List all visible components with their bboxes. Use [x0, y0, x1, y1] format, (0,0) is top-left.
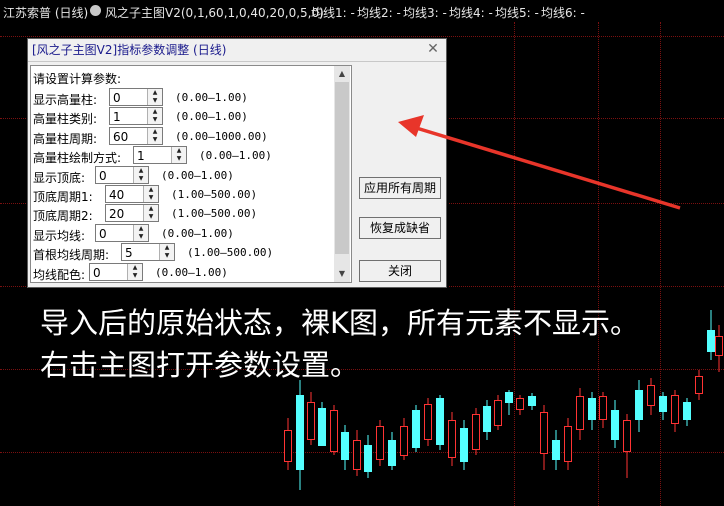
caption-line-2: 右击主图打开参数设置。 [40, 348, 360, 382]
caption-line-1: 导入后的原始状态，裸K图，所有元素不显示。 [40, 306, 640, 340]
annotation-arrow [398, 115, 681, 210]
